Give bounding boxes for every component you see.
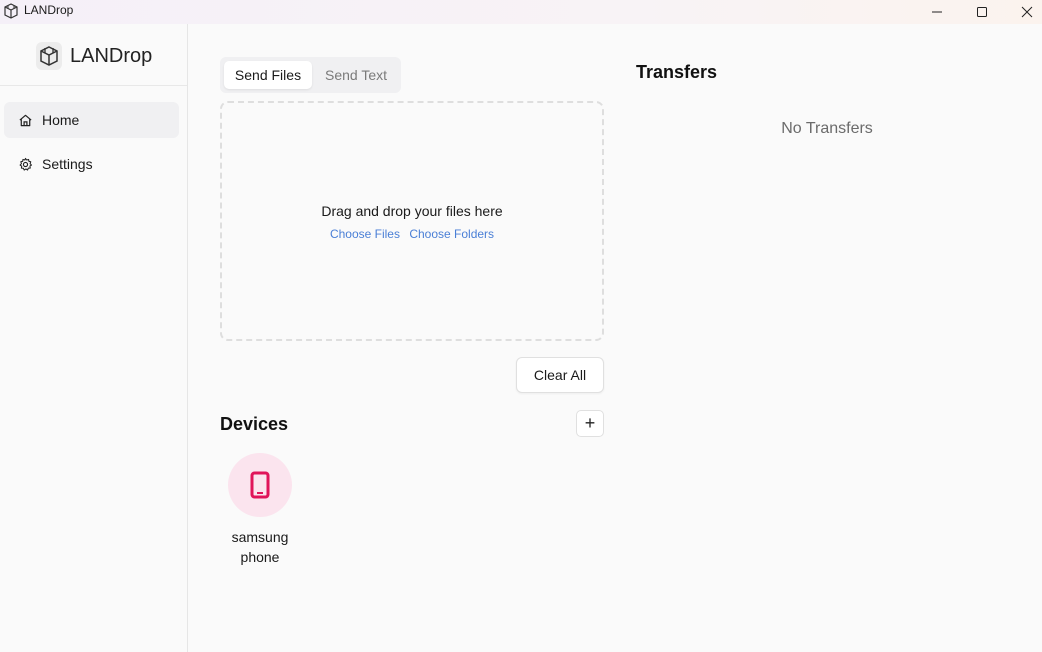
transfers-title: Transfers bbox=[636, 62, 718, 82]
sidebar: LANDrop Home Settings bbox=[0, 24, 188, 652]
drop-links: Choose Files Choose Folders bbox=[222, 227, 602, 241]
sidebar-item-home[interactable]: Home bbox=[4, 102, 179, 138]
device-name: samsung phone bbox=[231, 529, 289, 565]
minimize-icon bbox=[932, 11, 942, 13]
maximize-button[interactable] bbox=[959, 0, 1005, 24]
close-icon bbox=[1021, 6, 1033, 18]
choose-folders-link[interactable]: Choose Folders bbox=[409, 227, 494, 241]
device-item[interactable]: samsung phone bbox=[220, 453, 300, 567]
sidebar-item-label: Settings bbox=[42, 156, 93, 172]
title-bar: LANDrop bbox=[0, 0, 1042, 24]
brand-name: LANDrop bbox=[70, 44, 153, 67]
add-device-button[interactable]: + bbox=[576, 410, 604, 437]
brand: LANDrop bbox=[36, 42, 152, 70]
app-logo-icon bbox=[4, 3, 18, 19]
window-title: LANDrop bbox=[24, 3, 74, 17]
close-button[interactable] bbox=[1004, 0, 1042, 24]
home-icon bbox=[19, 114, 32, 126]
tab-send-files[interactable]: Send Files bbox=[224, 61, 312, 89]
landrop-logo-icon bbox=[36, 42, 62, 70]
choose-files-link[interactable]: Choose Files bbox=[330, 227, 400, 241]
sidebar-item-settings[interactable]: Settings bbox=[4, 146, 179, 182]
maximize-icon bbox=[977, 7, 987, 17]
sidebar-item-label: Home bbox=[42, 112, 80, 128]
clear-all-button[interactable]: Clear All bbox=[516, 357, 604, 393]
device-avatar[interactable] bbox=[228, 453, 292, 517]
tab-send-text[interactable]: Send Text bbox=[314, 61, 398, 89]
sidebar-divider bbox=[0, 85, 187, 86]
smartphone-icon bbox=[250, 471, 270, 499]
devices-title: Devices bbox=[220, 414, 289, 434]
no-transfers-message: No Transfers bbox=[781, 120, 873, 137]
minimize-button[interactable] bbox=[914, 0, 960, 24]
send-mode-tabs: Send Files Send Text bbox=[220, 57, 401, 93]
gear-icon bbox=[19, 157, 33, 171]
drop-message: Drag and drop your files here bbox=[321, 203, 503, 219]
file-drop-zone[interactable]: Drag and drop your files here Choose Fil… bbox=[220, 101, 604, 341]
